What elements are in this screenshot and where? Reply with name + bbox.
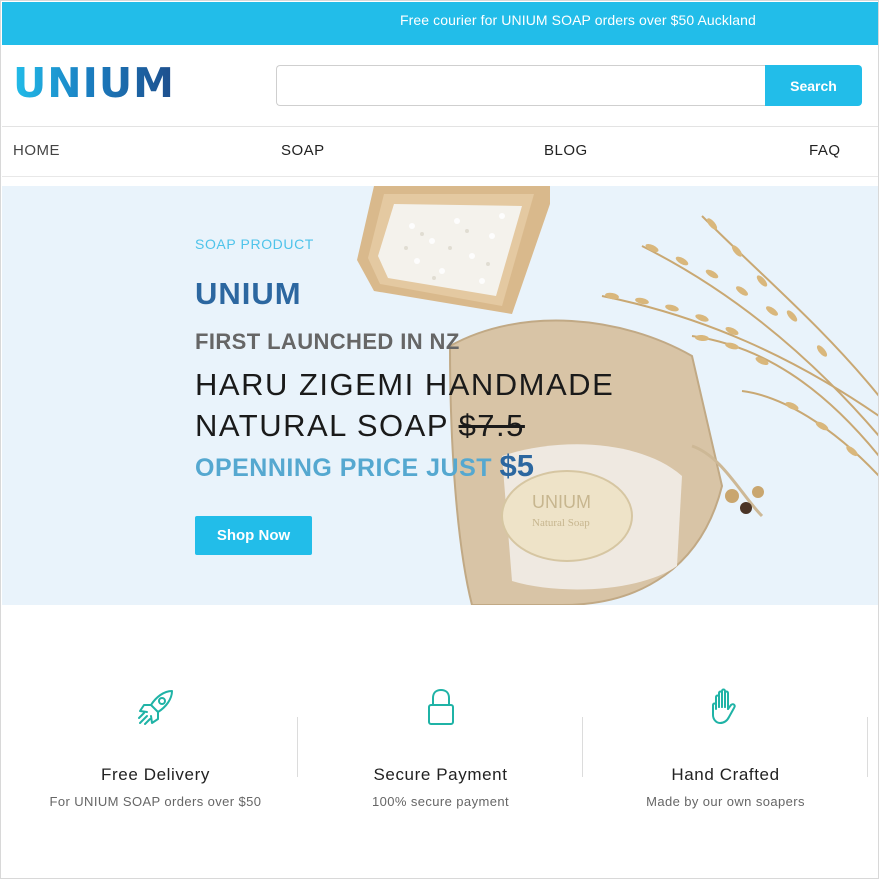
feature-subtitle: Made by our own soapers bbox=[646, 794, 805, 809]
search-button[interactable]: Search bbox=[765, 65, 862, 106]
search-input[interactable] bbox=[276, 65, 766, 106]
main-nav: HOME SOAP BLOG FAQ bbox=[2, 127, 878, 177]
feature-subtitle: 100% secure payment bbox=[372, 794, 509, 809]
hero-title-line2: NATURAL SOAP $7.5 bbox=[195, 405, 614, 446]
site-header: UNIUM Search bbox=[2, 45, 878, 127]
hero-subtitle: FIRST LAUNCHED IN NZ bbox=[195, 329, 460, 354]
soap-stamp-line1: UNIUM bbox=[532, 492, 591, 512]
site-logo[interactable]: UNIUM bbox=[13, 59, 175, 107]
hero-title: HARU ZIGEMI HANDMADE NATURAL SOAP $7.5 bbox=[195, 364, 614, 446]
announcement-text: Free courier for UNIUM SOAP orders over … bbox=[400, 12, 756, 28]
hand-icon bbox=[711, 688, 736, 724]
hero-eyebrow: SOAP PRODUCT bbox=[195, 236, 314, 252]
feature-subtitle: For UNIUM SOAP orders over $50 bbox=[49, 794, 262, 809]
feature-secure-payment: Secure Payment 100% secure payment bbox=[298, 685, 583, 809]
shop-now-button[interactable]: Shop Now bbox=[195, 516, 312, 555]
old-price: $7.5 bbox=[458, 408, 525, 443]
feature-title: Hand Crafted bbox=[671, 765, 780, 784]
hero-title-line1: HARU ZIGEMI HANDMADE bbox=[195, 367, 615, 402]
page-frame: Free courier for UNIUM SOAP orders over … bbox=[0, 0, 879, 879]
rice-grains-image bbox=[605, 218, 858, 457]
price-value: $5 bbox=[499, 448, 534, 483]
features-section: Free Delivery For UNIUM SOAP orders over… bbox=[2, 605, 878, 878]
rice-stalk-image bbox=[601, 215, 878, 477]
rice-box-image bbox=[357, 186, 550, 314]
lock-icon bbox=[427, 689, 454, 725]
feature-divider bbox=[297, 717, 298, 777]
hero-brand: UNIUM bbox=[195, 276, 302, 311]
price-label: OPENNING PRICE JUST bbox=[195, 454, 500, 482]
hero-title-prefix: NATURAL SOAP bbox=[195, 408, 459, 443]
feature-divider bbox=[582, 717, 583, 777]
soap-stamp-line2: Natural Soap bbox=[532, 517, 590, 529]
logo-text: UNIUM bbox=[13, 59, 175, 107]
feature-hand-crafted: Hand Crafted Made by our own soapers bbox=[583, 685, 868, 809]
nav-item-home[interactable]: HOME bbox=[13, 142, 60, 159]
hero-price: OPENNING PRICE JUST $5 bbox=[195, 448, 534, 484]
feature-free-delivery: Free Delivery For UNIUM SOAP orders over… bbox=[13, 685, 298, 809]
hero-banner: UNIUM Natural Soap SOAP PRODUCT UNIUM FI… bbox=[2, 186, 878, 605]
nav-item-blog[interactable]: BLOG bbox=[544, 142, 588, 159]
feature-title: Free Delivery bbox=[101, 765, 210, 784]
rocket-icon bbox=[137, 690, 173, 725]
announcement-bar: Free courier for UNIUM SOAP orders over … bbox=[2, 2, 878, 45]
nav-item-soap[interactable]: SOAP bbox=[281, 142, 325, 159]
nav-item-faq[interactable]: FAQ bbox=[809, 142, 841, 159]
feature-divider bbox=[867, 717, 868, 777]
feature-title: Secure Payment bbox=[373, 765, 508, 784]
